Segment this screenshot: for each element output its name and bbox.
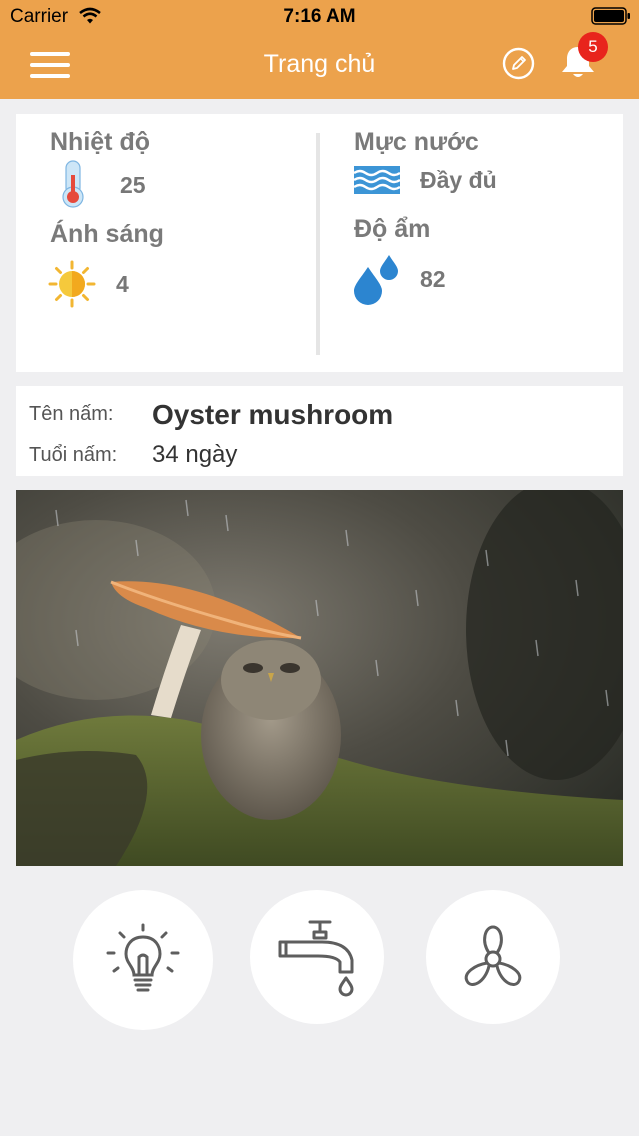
water-control-button[interactable]: [250, 890, 384, 1024]
humidity-value: 82: [420, 266, 446, 292]
water-waves-icon: [354, 166, 400, 194]
thermometer-icon: [62, 160, 84, 208]
status-bar: Carrier 7:16 AM: [0, 0, 639, 34]
water-level-label: Mực nước: [354, 128, 479, 156]
temperature-value: 25: [120, 172, 146, 198]
fan-control-button[interactable]: [426, 890, 560, 1024]
water-drops-icon: [354, 255, 398, 305]
mushroom-age: 34 ngày: [152, 441, 238, 468]
battery-icon: [591, 7, 630, 25]
water-level-value: Đầy đủ: [420, 167, 497, 193]
humidity-label: Độ ẩm: [354, 215, 431, 243]
page-title: Trang chủ: [263, 50, 376, 78]
temperature-label: Nhiệt độ: [50, 128, 150, 156]
edit-icon[interactable]: [502, 47, 535, 80]
sensor-divider: [316, 133, 320, 355]
light-bulb-icon: [106, 923, 180, 992]
fan-icon: [464, 925, 522, 986]
sun-icon: [48, 260, 96, 308]
light-control-button[interactable]: [73, 890, 213, 1030]
mushroom-photo: [16, 490, 623, 866]
status-time: 7:16 AM: [283, 6, 356, 27]
light-label: Ánh sáng: [50, 220, 164, 248]
mushroom-name-label: Tên nấm:: [29, 403, 114, 425]
light-value: 4: [116, 271, 129, 297]
notification-badge: 5: [578, 32, 608, 62]
mushroom-name: Oyster mushroom: [152, 399, 394, 430]
app-header: Carrier 7:16 AM Trang chủ 5: [0, 0, 639, 99]
mushroom-age-label: Tuổi nấm:: [29, 444, 118, 466]
water-tap-icon: [278, 920, 354, 997]
